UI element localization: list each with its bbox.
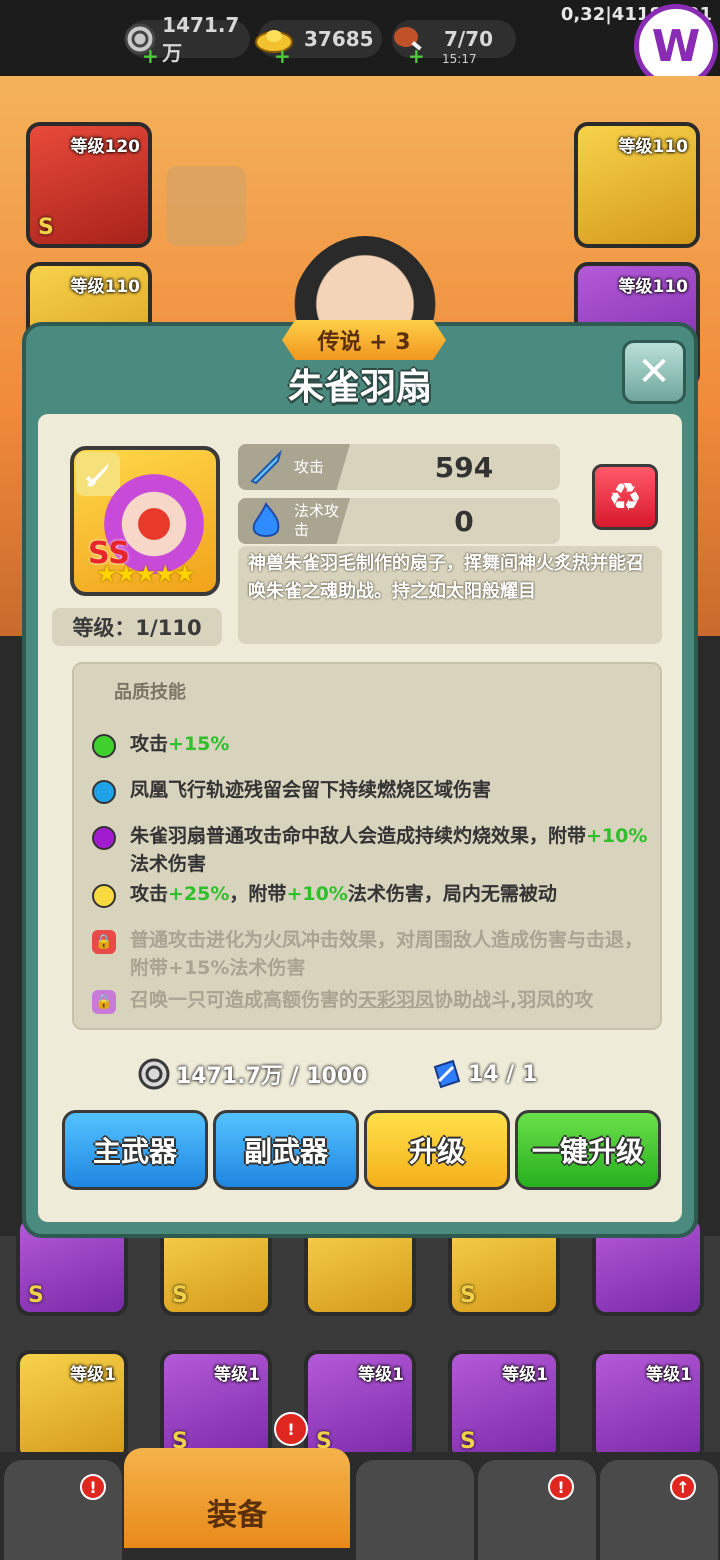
silver-counter[interactable]: 1471.7万 + <box>124 13 250 68</box>
yellow-dot-icon <box>92 884 116 908</box>
slot-level: 等级1 <box>214 1365 260 1385</box>
silver-cost-value: 1471.7万 / 1000 <box>176 1064 368 1089</box>
top-bar: 1471.7万 + 37685 + 7/70 + 15:17 0,32|4118… <box>0 0 720 88</box>
tab-pets[interactable]: ! <box>478 1460 596 1560</box>
slot-level: 等级1 <box>70 1365 116 1385</box>
alert-badge: ! <box>548 1474 574 1500</box>
skills-header: 品质技能 <box>114 682 186 703</box>
gold-counter[interactable]: 37685 + <box>255 20 382 68</box>
modal-header: 传说 + 3 朱雀羽扇 ✕ <box>26 320 694 412</box>
silver-coin-icon <box>136 1056 172 1092</box>
tab-shop[interactable]: ! <box>4 1460 122 1560</box>
recycle-button[interactable]: ♻ <box>592 464 658 530</box>
empty-offhand-slot[interactable] <box>166 166 246 246</box>
rarity-badge: 传说 + 3 <box>282 320 446 360</box>
blue-flame-icon <box>246 502 286 540</box>
skill-item-locked: 🔒 召唤一只可造成高额伤害的天彩羽凤协助战斗,羽凤的攻 <box>90 986 650 1014</box>
gold-value: 37685 <box>304 27 374 51</box>
silver-cost: 1471.7万 / 1000 <box>136 1054 367 1094</box>
one-click-upgrade-button[interactable]: 一键升级 <box>515 1110 661 1190</box>
grade-label: S <box>38 215 54 240</box>
inventory-item[interactable]: 等级1 S <box>160 1350 272 1462</box>
item-level: 等级：1/110 <box>52 608 222 646</box>
alert-badge: ! <box>274 1412 308 1446</box>
sword-icon <box>246 448 286 486</box>
armor-slot[interactable]: 等级110 <box>574 122 700 248</box>
tab-battle[interactable] <box>356 1460 474 1560</box>
skill-item: 攻击+15% <box>90 730 650 758</box>
stone-cost-value: 14 / 1 <box>468 1061 538 1087</box>
sub-weapon-button[interactable]: 副武器 <box>213 1110 359 1190</box>
slot-level: 等级120 <box>70 137 141 157</box>
silver-value: 1471.7万 <box>162 12 240 65</box>
purple-dot-icon <box>92 826 116 850</box>
stat-value: 594 <box>434 450 494 484</box>
skill-link[interactable]: 天彩羽凤 <box>358 989 434 1011</box>
quality-skills-panel: 品质技能 攻击+15% 凤凰飞行轨迹残留会留下持续燃烧区域伤害 朱雀羽扇普通攻击… <box>72 662 662 1030</box>
tab-equipment[interactable]: ! 装备 <box>124 1412 350 1548</box>
upgrade-button[interactable]: 升级 <box>364 1110 510 1190</box>
stone-cost: 14 / 1 <box>428 1054 537 1094</box>
stat-name: 攻击 <box>294 457 325 476</box>
add-stamina-icon[interactable]: + <box>408 44 425 68</box>
lock-icon: 🔒 <box>92 990 116 1014</box>
item-description: 神兽朱雀羽毛制作的扇子，挥舞间神火炙热并能召唤朱雀之魂助战。持之如太阳般耀目 <box>238 546 662 644</box>
inventory-item[interactable]: 等级1 <box>16 1350 128 1462</box>
slot-level: 等级110 <box>618 277 689 297</box>
alert-badge: ! <box>80 1474 106 1500</box>
item-icon: SS ★★★★★ <box>70 446 220 596</box>
blue-dot-icon <box>92 780 116 804</box>
add-gold-icon[interactable]: + <box>274 44 291 68</box>
skill-item-locked: 🔒 普通攻击进化为火凤冲击效果，对周围敌人造成伤害与击退，附带+15%法术伤害 <box>90 926 650 982</box>
add-silver-icon[interactable]: + <box>142 44 159 68</box>
skill-item: 攻击+25%，附带+10%法术伤害，局内无需被动 <box>90 880 650 908</box>
slot-level: 等级110 <box>70 277 141 297</box>
inventory-item[interactable]: 等级1 S <box>448 1350 560 1462</box>
weapon-type-icon <box>76 452 120 496</box>
green-dot-icon <box>92 734 116 758</box>
stamina-timer: 15:17 <box>442 52 477 66</box>
main-weapon-button[interactable]: 主武器 <box>62 1110 208 1190</box>
stamina-value: 7/70 <box>444 27 494 51</box>
slot-level: 等级1 <box>502 1365 548 1385</box>
slot-level: 等级1 <box>646 1365 692 1385</box>
slot-level: 等级110 <box>618 137 689 157</box>
tab-upgrade[interactable]: ↑ <box>600 1460 718 1560</box>
tab-equipment-label: 装备 <box>207 1498 267 1533</box>
skill-item: 凤凰飞行轨迹残留会留下持续燃烧区域伤害 <box>90 776 650 804</box>
inventory-item[interactable]: 等级1 <box>592 1350 704 1462</box>
stat-value: 0 <box>454 504 474 538</box>
upgrade-stone-icon <box>428 1056 464 1092</box>
upgrade-arrow-icon: ↑ <box>670 1474 696 1500</box>
recycle-icon: ♻ <box>607 475 643 519</box>
close-icon: ✕ <box>637 349 671 395</box>
attack-stat: 攻击 594 <box>238 444 560 490</box>
lock-icon: 🔒 <box>92 930 116 954</box>
item-detail-modal: 传说 + 3 朱雀羽扇 ✕ SS ★★★★★ 等级：1/110 攻击 594 法… <box>22 320 698 1238</box>
inventory-item[interactable]: 等级1 S <box>304 1350 416 1462</box>
slot-level: 等级1 <box>358 1365 404 1385</box>
magic-attack-stat: 法术攻击 0 <box>238 498 560 544</box>
skill-item: 朱雀羽扇普通攻击命中敌人会造成持续灼烧效果，附带+10%法术伤害 <box>90 822 650 878</box>
item-title: 朱雀羽扇 <box>287 367 432 408</box>
close-button[interactable]: ✕ <box>622 340 686 404</box>
star-rating: ★★★★★ <box>96 560 196 588</box>
stat-name: 法术攻击 <box>294 502 340 539</box>
weapon-slot[interactable]: 等级120 S <box>26 122 152 248</box>
